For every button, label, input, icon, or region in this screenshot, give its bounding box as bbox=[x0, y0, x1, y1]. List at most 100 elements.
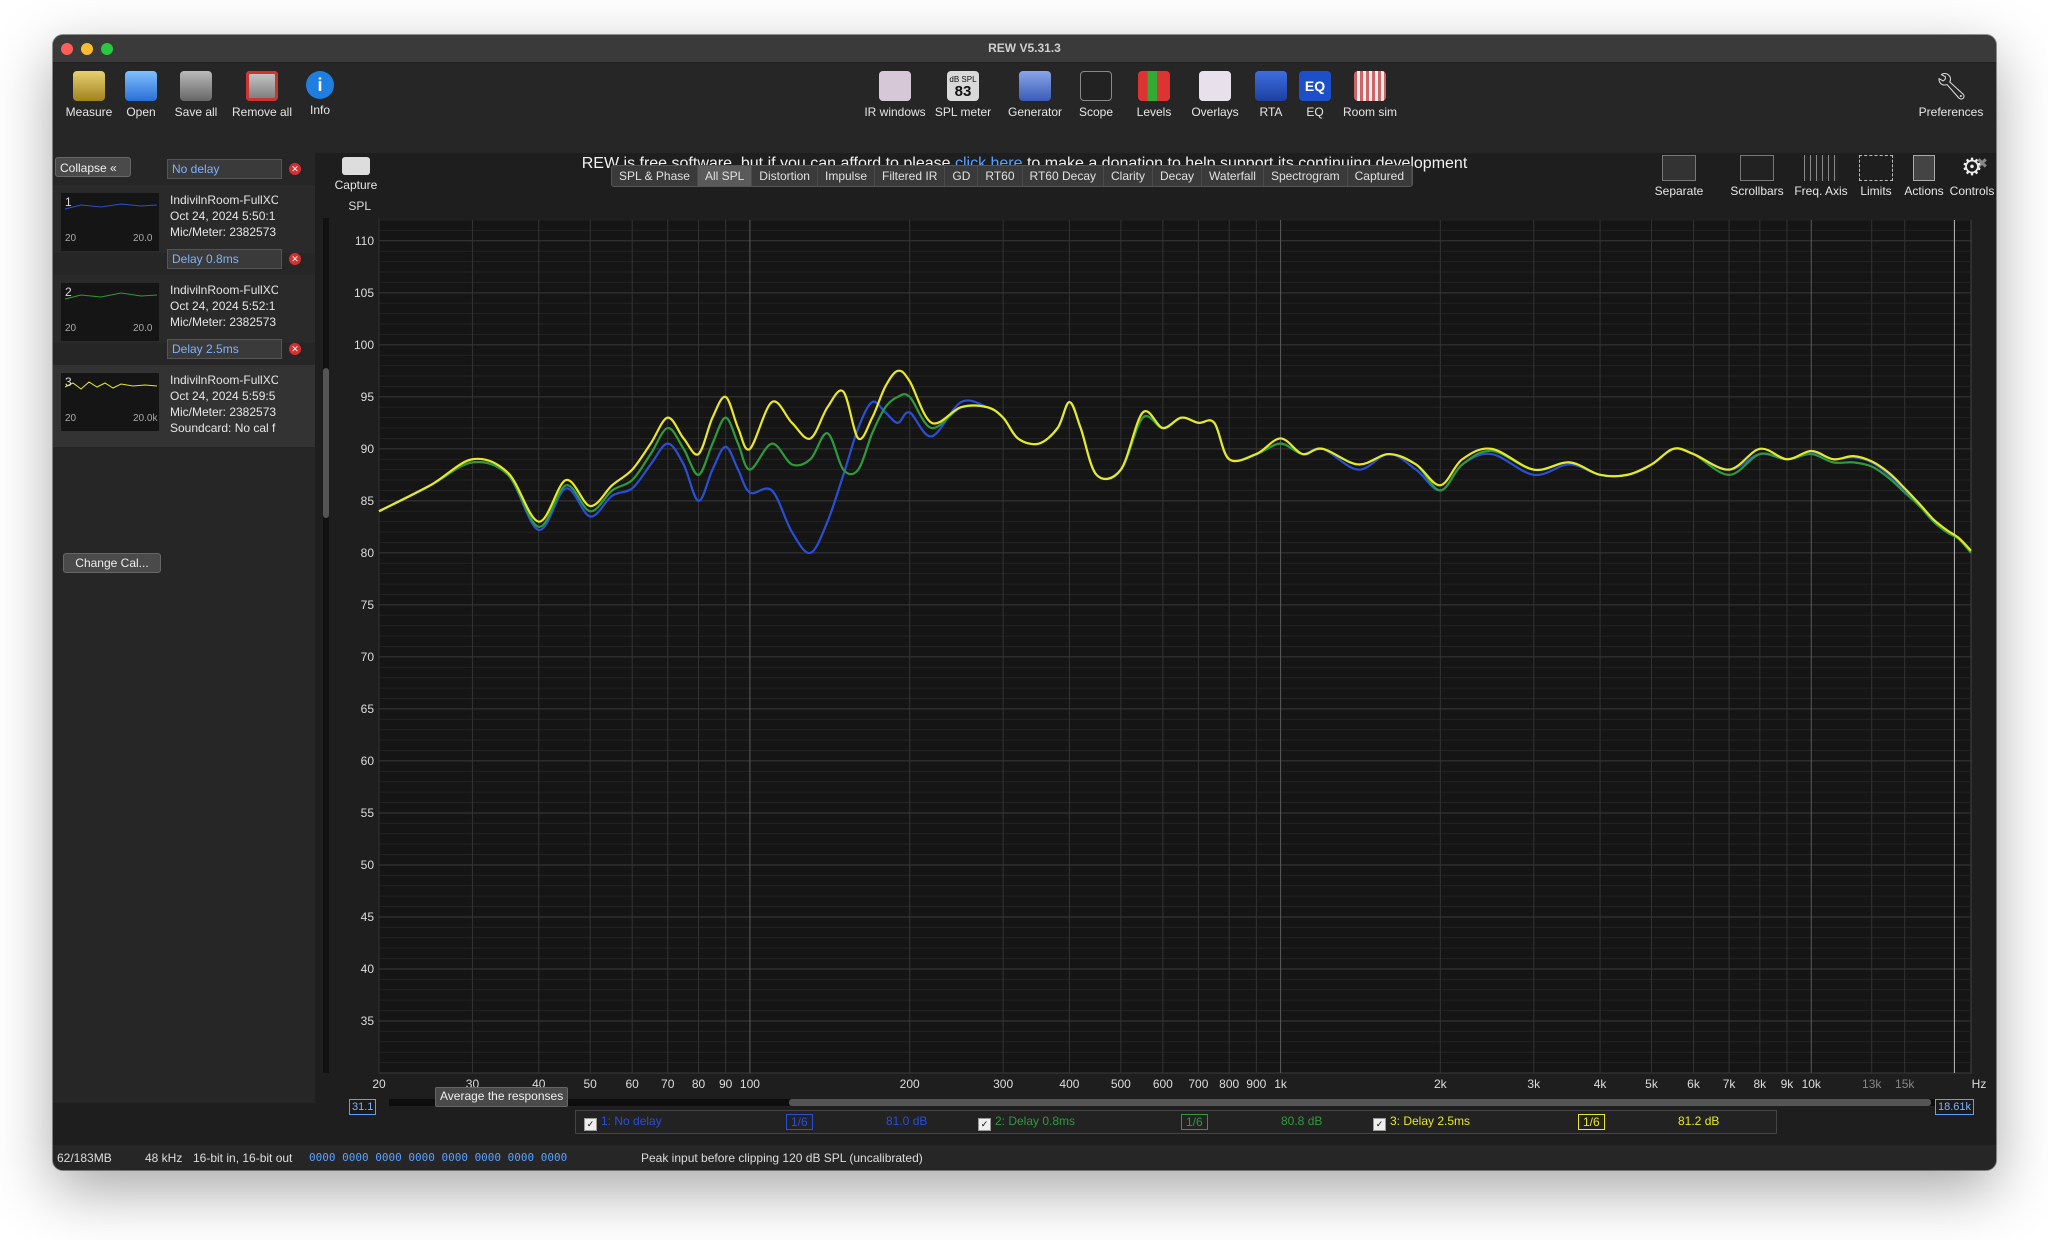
x-tick-label: 900 bbox=[1246, 1077, 1266, 1091]
measurement-date: Oct 24, 2024 5:59:5 bbox=[170, 389, 276, 403]
y-tick-label: 75 bbox=[361, 598, 375, 612]
y-tick-label: 35 bbox=[361, 1014, 375, 1028]
delete-measurement-icon[interactable]: ✕ bbox=[289, 253, 301, 265]
scrollbar-thumb[interactable] bbox=[323, 368, 329, 518]
eq-button[interactable]: EQ EQ bbox=[1297, 71, 1333, 119]
tab-captured[interactable]: Captured bbox=[1348, 166, 1413, 186]
legend-item-1[interactable]: ✓ 1: No delay bbox=[584, 1114, 662, 1131]
tab-impulse[interactable]: Impulse bbox=[818, 166, 876, 186]
measurement-item-2[interactable]: Delay 0.8ms ✕ 2 20 20.0 IndivilnRoom-Ful… bbox=[53, 249, 315, 343]
collapse-button[interactable]: Collapse « bbox=[55, 157, 131, 177]
tab-decay[interactable]: Decay bbox=[1153, 166, 1203, 186]
range-end-field[interactable]: 18.61k bbox=[1935, 1099, 1975, 1115]
x-tick-label: 90 bbox=[719, 1077, 733, 1091]
x-tick-label: 8k bbox=[1753, 1077, 1767, 1091]
checkbox-icon[interactable]: ✓ bbox=[584, 1118, 597, 1131]
tab-waterfall[interactable]: Waterfall bbox=[1202, 166, 1264, 186]
save-all-button[interactable]: Save all bbox=[171, 71, 221, 119]
delete-measurement-icon[interactable]: ✕ bbox=[289, 343, 301, 355]
tab-clarity[interactable]: Clarity bbox=[1104, 166, 1154, 186]
tab-spectrogram[interactable]: Spectrogram bbox=[1264, 166, 1348, 186]
limits-button[interactable]: Limits bbox=[1855, 155, 1897, 198]
wrench-icon: 🔧︎ bbox=[1935, 71, 1969, 101]
actions-button[interactable]: Actions bbox=[1901, 155, 1947, 198]
spl-meter-button[interactable]: dB SPL 83 SPL meter bbox=[931, 71, 995, 119]
range-start-field[interactable]: 31.1 bbox=[349, 1099, 377, 1115]
x-tick-label: 20 bbox=[372, 1077, 386, 1091]
input-meters: 0000 0000 0000 0000 0000 0000 0000 0000 bbox=[309, 1151, 568, 1164]
series-line-3 bbox=[378, 369, 1972, 552]
checkbox-icon[interactable]: ✓ bbox=[1373, 1118, 1386, 1131]
x-tick-label: 200 bbox=[900, 1077, 920, 1091]
levels-button[interactable]: Levels bbox=[1131, 71, 1177, 119]
info-icon: i bbox=[306, 71, 334, 99]
sidebar-scrollbar[interactable] bbox=[323, 218, 329, 1073]
tab-filtered-ir[interactable]: Filtered IR bbox=[875, 166, 946, 186]
preferences-label: Preferences bbox=[1918, 105, 1984, 119]
capture-label: Capture bbox=[334, 178, 378, 192]
levels-label: Levels bbox=[1136, 105, 1172, 119]
scrollbars-button[interactable]: Scrollbars bbox=[1729, 155, 1785, 198]
overlays-label: Overlays bbox=[1191, 105, 1239, 119]
measurement-number: 1 bbox=[65, 195, 72, 209]
measurement-date: Oct 24, 2024 5:52:1 bbox=[170, 299, 276, 313]
separate-button[interactable]: Separate bbox=[1649, 155, 1709, 198]
controls-button[interactable]: ⚙ Controls bbox=[1949, 155, 1995, 199]
folder-icon bbox=[125, 71, 157, 101]
rta-label: RTA bbox=[1259, 105, 1283, 119]
legend-item-3[interactable]: ✓ 3: Delay 2.5ms bbox=[1373, 1114, 1470, 1131]
y-tick-label: 70 bbox=[361, 650, 375, 664]
scrollbars-label: Scrollbars bbox=[1730, 184, 1784, 198]
remove-all-label: Remove all bbox=[231, 105, 293, 119]
delete-measurement-icon[interactable]: ✕ bbox=[289, 163, 301, 175]
range-end-value: 18.61k bbox=[1938, 1101, 1972, 1113]
room-sim-label: Room sim bbox=[1342, 105, 1397, 119]
remove-all-button[interactable]: Remove all bbox=[229, 71, 295, 119]
measurement-item-1[interactable]: No delay ✕ 1 20 20.0 IndivilnRoom-FullXC… bbox=[53, 159, 315, 253]
tab-all-spl[interactable]: All SPL bbox=[697, 166, 753, 186]
preferences-button[interactable]: 🔧︎ Preferences bbox=[1913, 71, 1989, 119]
capture-button[interactable]: Capture bbox=[333, 157, 379, 192]
chevron-double-left-icon: « bbox=[110, 161, 117, 175]
y-tick-label: 80 bbox=[361, 546, 375, 560]
y-tick-label: 105 bbox=[354, 286, 374, 300]
scope-button[interactable]: Scope bbox=[1073, 71, 1119, 119]
smoothing-selector-1[interactable]: 1/6 bbox=[786, 1114, 813, 1130]
legend-item-2[interactable]: ✓ 2: Delay 0.8ms bbox=[978, 1114, 1075, 1131]
generator-button[interactable]: Generator bbox=[1003, 71, 1067, 119]
room-sim-button[interactable]: Room sim bbox=[1337, 71, 1403, 119]
rta-icon bbox=[1255, 71, 1287, 101]
plot-area bbox=[378, 219, 1972, 1074]
tab-gd[interactable]: GD bbox=[945, 166, 979, 186]
info-button[interactable]: i Info bbox=[303, 71, 337, 117]
generator-label: Generator bbox=[1007, 105, 1063, 119]
overlays-button[interactable]: Overlays bbox=[1185, 71, 1245, 119]
change-cal-button[interactable]: Change Cal... bbox=[63, 553, 161, 573]
smoothing-selector-3[interactable]: 1/6 bbox=[1578, 1114, 1605, 1130]
rta-button[interactable]: RTA bbox=[1251, 71, 1291, 119]
spl-chart[interactable]: 3540455055606570758085909510010511020 30 4… bbox=[53, 35, 1996, 1170]
x-tick-label: 80 bbox=[692, 1077, 706, 1091]
y-tick-label: 95 bbox=[361, 390, 375, 404]
x-tick-label: 800 bbox=[1219, 1077, 1239, 1091]
tab-rt60[interactable]: RT60 bbox=[978, 166, 1023, 186]
tab-distortion[interactable]: Distortion bbox=[752, 166, 818, 186]
ir-windows-icon bbox=[879, 71, 911, 101]
measurement-notes[interactable]: No delay bbox=[167, 159, 282, 179]
measurement-notes[interactable]: Delay 2.5ms bbox=[167, 339, 282, 359]
open-button[interactable]: Open bbox=[119, 71, 163, 119]
legend-series-level: 81.2 dB bbox=[1678, 1114, 1720, 1128]
tab-rt60-decay[interactable]: RT60 Decay bbox=[1023, 166, 1104, 186]
controls-label: Controls bbox=[1949, 184, 1995, 198]
ir-windows-button[interactable]: IR windows bbox=[859, 71, 931, 119]
measure-button[interactable]: Measure bbox=[63, 71, 115, 119]
average-responses-button[interactable]: Average the responses bbox=[435, 1087, 569, 1107]
tab-spl-phase[interactable]: SPL & Phase bbox=[612, 166, 698, 186]
measurement-notes[interactable]: Delay 0.8ms bbox=[167, 249, 282, 269]
smoothing-selector-2[interactable]: 1/6 bbox=[1181, 1114, 1208, 1130]
freq-axis-button[interactable]: Freq. Axis bbox=[1791, 155, 1851, 198]
checkbox-icon[interactable]: ✓ bbox=[978, 1118, 991, 1131]
measure-label: Measure bbox=[65, 105, 113, 119]
memory-usage: 62/183MB bbox=[57, 1151, 112, 1165]
measurement-item-3[interactable]: Delay 2.5ms ✕ 3 20 20.0k IndivilnRoom-Fu… bbox=[53, 339, 315, 447]
